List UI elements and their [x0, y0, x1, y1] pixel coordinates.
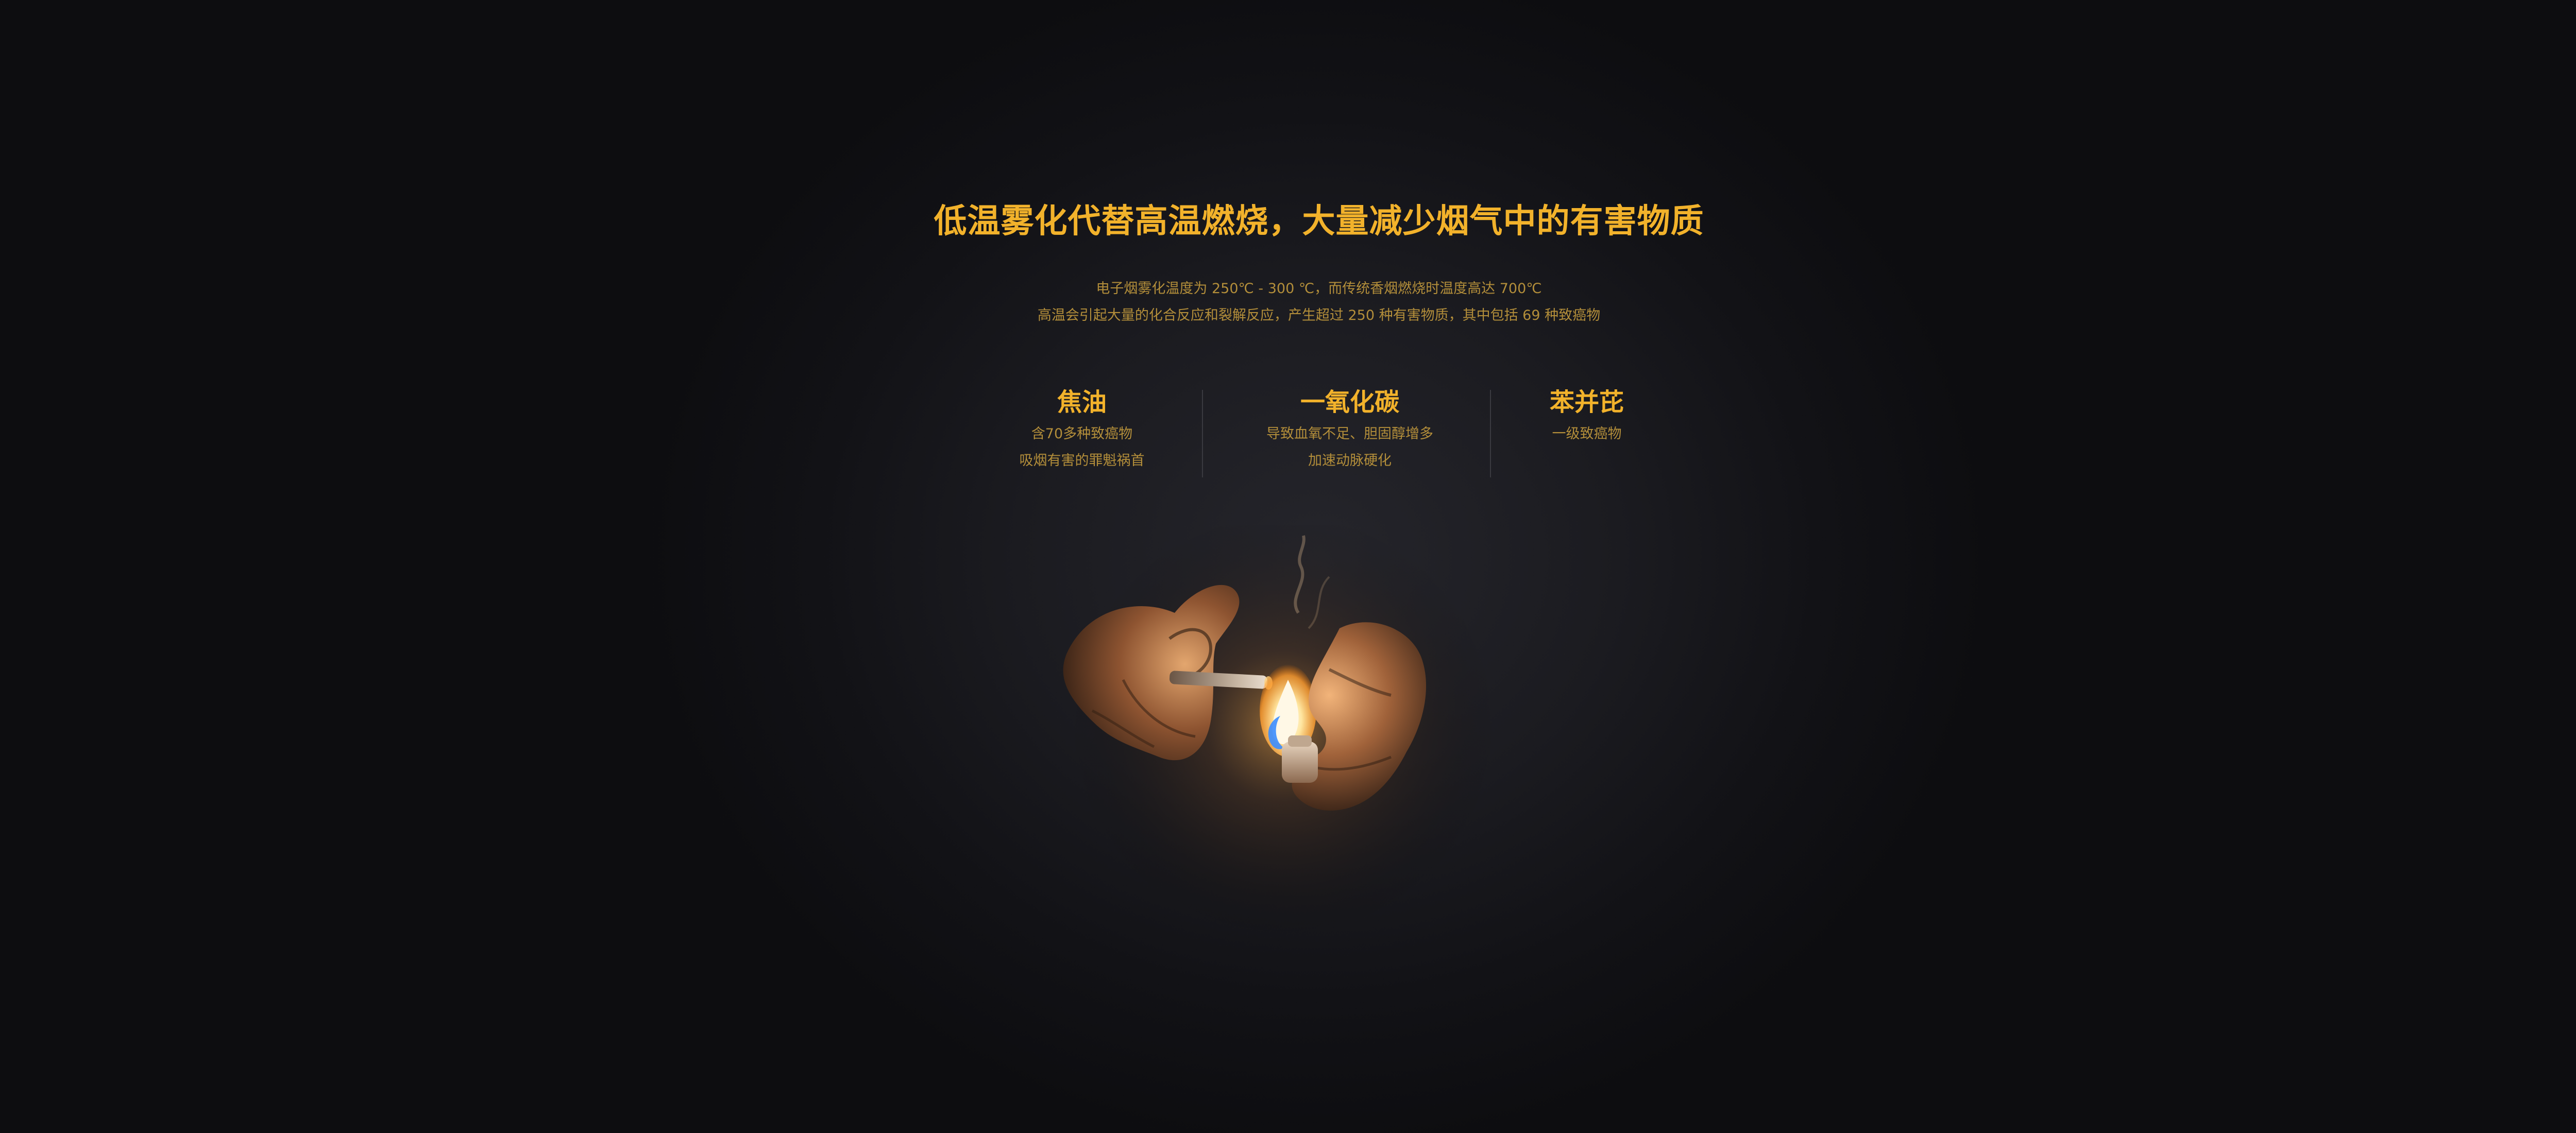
feature-description: 一级致癌物: [1552, 426, 1622, 442]
feature-benzopyrene: 苯并芘 一级致癌物: [1494, 384, 1680, 448]
feature-description: 吸烟有害的罪魁祸首: [1019, 453, 1145, 469]
feature-tar: 焦油 含70多种致癌物 吸烟有害的罪魁祸首: [958, 384, 1206, 474]
divider: [1202, 390, 1203, 477]
page-title: 低温雾化代替高温燃烧，大量减少烟气中的有害物质: [934, 202, 1704, 241]
feature-title: 一氧化碳: [1300, 388, 1399, 417]
subtitle-line-1: 电子烟雾化温度为 250℃ - 300 ℃，而传统香烟燃烧时温度高达 700℃: [1096, 281, 1542, 297]
hands-lighting-cigarette-image: [1010, 525, 1546, 978]
feature-description: 加速动脉硬化: [1308, 453, 1392, 469]
harmful-substances-list: 焦油 含70多种致癌物 吸烟有害的罪魁祸首 一氧化碳 导致血氧不足、胆固醇增多 …: [958, 384, 1680, 487]
feature-carbon-monoxide: 一氧化碳 导致血氧不足、胆固醇增多 加速动脉硬化: [1206, 384, 1494, 474]
subtitle-line-2: 高温会引起大量的化合反应和裂解反应，产生超过 250 种有害物质，其中包括 69…: [1037, 307, 1601, 323]
feature-title: 苯并芘: [1549, 388, 1624, 417]
feature-description: 含70多种致癌物: [1031, 426, 1133, 442]
hero-section: 低温雾化代替高温燃烧，大量减少烟气中的有害物质 电子烟雾化温度为 250℃ - …: [0, 0, 2576, 1133]
divider: [1490, 390, 1491, 477]
feature-description: 导致血氧不足、胆固醇增多: [1266, 426, 1433, 442]
feature-title: 焦油: [1057, 388, 1107, 417]
